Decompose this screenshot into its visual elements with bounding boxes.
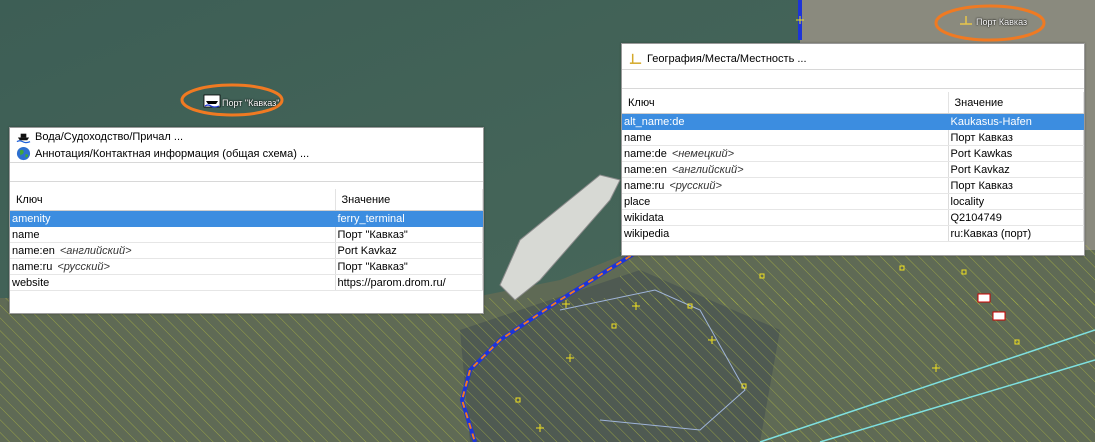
- tag-key[interactable]: name:ru <русский>: [622, 177, 949, 194]
- tag-row[interactable]: name:ru <русский> Порт "Кавказ": [10, 258, 483, 275]
- right-tag-table[interactable]: Ключ Значение alt_name:de Kaukasus-Hafen n…: [622, 92, 1084, 242]
- value-column-header[interactable]: Значение: [948, 92, 1084, 114]
- tag-row[interactable]: name:en <английский> Port Kavkaz: [622, 161, 1084, 178]
- tag-key[interactable]: website: [10, 274, 336, 291]
- preset-label: Аннотация/Контактная информация (общая с…: [35, 147, 310, 160]
- tag-value[interactable]: Q2104749: [948, 209, 1084, 226]
- tag-key[interactable]: name:en <английский>: [10, 242, 336, 259]
- tag-row[interactable]: name Порт "Кавказ": [10, 226, 483, 243]
- tag-key-text: name:de: [624, 147, 667, 160]
- right-blank-row: [622, 69, 1084, 89]
- preset-label: География/Места/Местность ...: [647, 52, 807, 65]
- locality-icon: [628, 51, 643, 66]
- tag-key[interactable]: name: [10, 226, 336, 243]
- tag-key[interactable]: wikipedia: [622, 225, 949, 242]
- tag-key-text: name:ru: [624, 179, 665, 192]
- ferry-map-icon[interactable]: [203, 94, 221, 108]
- tag-row[interactable]: place locality: [622, 193, 1084, 210]
- tag-key[interactable]: place: [622, 193, 949, 210]
- preset-label: Вода/Судоходство/Причал ...: [35, 130, 184, 143]
- tag-key[interactable]: amenity: [10, 210, 336, 227]
- tag-value[interactable]: ferry_terminal: [335, 210, 483, 227]
- tag-key-text: name: [12, 228, 40, 241]
- tag-row[interactable]: name:de <немецкий> Port Kawkas: [622, 145, 1084, 162]
- tag-key-text: name:ru: [12, 260, 53, 273]
- tag-key-text: name:en: [624, 163, 667, 176]
- landuse-hatch: [0, 298, 1095, 442]
- tag-row[interactable]: wikidata Q2104749: [622, 209, 1084, 226]
- tag-value[interactable]: Порт Кавказ: [948, 129, 1084, 146]
- tag-value[interactable]: Port Kavkaz: [948, 161, 1084, 178]
- tag-value[interactable]: Порт "Кавказ": [335, 258, 483, 275]
- tag-row[interactable]: name:ru <русский> Порт Кавказ: [622, 177, 1084, 194]
- tag-key-text: wikipedia: [624, 227, 670, 240]
- language-hint: <русский>: [669, 179, 722, 192]
- right-tag-panel: География/Места/Местность ... Ключ Значе…: [621, 43, 1085, 256]
- tag-value[interactable]: https://parom.drom.ru/: [335, 274, 483, 291]
- tag-key[interactable]: alt_name:de: [622, 113, 949, 130]
- key-column-header[interactable]: Ключ: [622, 92, 949, 114]
- tag-key-text: name: [624, 131, 652, 144]
- tag-row[interactable]: wikipedia ru:Кавказ (порт): [622, 225, 1084, 242]
- tag-row[interactable]: website https://parom.drom.ru/: [10, 274, 483, 291]
- left-tag-table[interactable]: Ключ Значение amenity ferry_terminalname П…: [10, 189, 483, 291]
- ferry-icon: [16, 129, 31, 144]
- tag-key[interactable]: name:ru <русский>: [10, 258, 336, 275]
- language-hint: <немецкий>: [671, 147, 735, 160]
- tag-row[interactable]: name Порт Кавказ: [622, 129, 1084, 146]
- left-tag-panel: Вода/Судоходство/Причал ... Аннотация/Кон…: [9, 127, 484, 314]
- tag-key[interactable]: name:en <английский>: [622, 161, 949, 178]
- tag-value[interactable]: Port Kawkas: [948, 145, 1084, 162]
- tag-value[interactable]: Порт Кавказ: [948, 177, 1084, 194]
- tag-key[interactable]: wikidata: [622, 209, 949, 226]
- tag-key-text: wikidata: [624, 211, 664, 224]
- ferry-terminal-map-label: Порт "Кавказ": [222, 98, 280, 108]
- tag-key[interactable]: name:de <немецкий>: [622, 145, 949, 162]
- language-hint: <русский>: [57, 260, 110, 273]
- left-blank-row: [10, 162, 483, 182]
- tag-value[interactable]: Port Kavkaz: [335, 242, 483, 259]
- globe-icon: [16, 146, 31, 161]
- tag-key-text: alt_name:de: [624, 115, 685, 128]
- key-column-header[interactable]: Ключ: [10, 189, 336, 211]
- tag-key-text: place: [624, 195, 651, 208]
- tag-value[interactable]: Порт "Кавказ": [335, 226, 483, 243]
- preset-link[interactable]: Вода/Судоходство/Причал ...: [10, 128, 483, 145]
- tag-key-text: website: [12, 276, 50, 289]
- tag-value[interactable]: Kaukasus-Hafen: [948, 113, 1084, 130]
- language-hint: <английский>: [671, 163, 744, 176]
- tag-value[interactable]: locality: [948, 193, 1084, 210]
- tag-key-text: name:en: [12, 244, 55, 257]
- language-hint: <английский>: [59, 244, 132, 257]
- tag-row[interactable]: amenity ferry_terminal: [10, 210, 483, 227]
- tag-row[interactable]: name:en <английский> Port Kavkaz: [10, 242, 483, 259]
- preset-link[interactable]: География/Места/Местность ...: [622, 50, 1084, 67]
- tag-key-text: amenity: [12, 212, 51, 225]
- tag-row[interactable]: alt_name:de Kaukasus-Hafen: [622, 113, 1084, 130]
- value-column-header[interactable]: Значение: [335, 189, 483, 211]
- tag-value[interactable]: ru:Кавказ (порт): [948, 225, 1084, 242]
- tag-key[interactable]: name: [622, 129, 949, 146]
- locality-map-label: Порт Кавказ: [976, 17, 1028, 27]
- preset-link[interactable]: Аннотация/Контактная информация (общая с…: [10, 145, 483, 162]
